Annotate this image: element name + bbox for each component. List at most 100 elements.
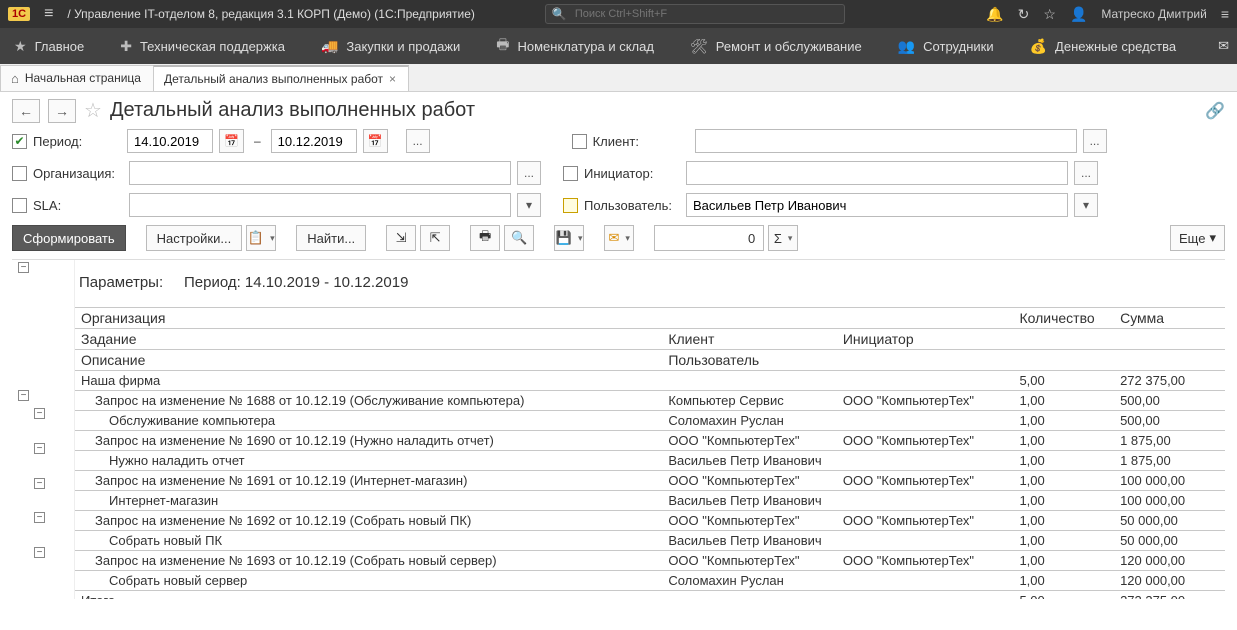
section-stock[interactable]: 🖶 Номенклатура и склад [490,28,660,64]
table-row[interactable]: Собрать новый ПКВасильев Петр Иванович1,… [75,531,1225,551]
checkbox-sla[interactable] [12,198,27,213]
save-button[interactable]: 💾▾ [554,225,584,251]
search-icon: 🔍 [552,7,567,21]
tree-toggle[interactable]: − [34,408,45,419]
user-dropdown-icon[interactable]: ▾ [1074,193,1098,217]
initiator-input[interactable] [686,161,1068,185]
close-icon[interactable]: × [389,72,396,86]
section-main[interactable]: ★ Главное [8,28,90,64]
table-row[interactable]: Наша фирма5,00272 375,00 [75,371,1225,391]
checkbox-org[interactable] [12,166,27,181]
nav-forward-button[interactable]: → [48,99,76,123]
header-descr: Описание [75,350,662,371]
bell-icon[interactable]: 🔔 [986,6,1003,23]
save-icon: 💾 [556,230,572,246]
calendar-from-icon[interactable]: 📅 [219,129,244,153]
table-row[interactable]: Запрос на изменение № 1688 от 10.12.19 (… [75,391,1225,411]
checkbox-client[interactable] [572,134,587,149]
generate-button[interactable]: Сформировать [12,225,126,251]
cell-initiator [837,531,1014,551]
period-choose-button[interactable]: ... [406,129,430,153]
cell-text: Запрос на изменение № 1690 от 10.12.19 (… [75,431,662,451]
total-row: Итого 5,00 272 375,00 [75,591,1225,600]
tab-home[interactable]: ⌂ Начальная страница [0,65,154,91]
client-choose-button[interactable]: ... [1083,129,1107,153]
checkbox-period[interactable]: ✔ [12,134,27,149]
calendar-to-icon[interactable]: 📅 [363,129,388,153]
table-row[interactable]: Запрос на изменение № 1693 от 10.12.19 (… [75,551,1225,571]
expand-all-icon: ⇲ [396,230,407,246]
send-mail-button[interactable]: ✉▾ [604,225,634,251]
global-search-input[interactable] [573,7,838,21]
sla-dropdown-icon[interactable]: ▾ [517,193,541,217]
org-input[interactable] [129,161,511,185]
cell-qty: 1,00 [1013,531,1114,551]
cell-text: Запрос на изменение № 1692 от 10.12.19 (… [75,511,662,531]
filter-row-2: Организация: ... Инициатор: ... [12,161,1225,185]
table-row[interactable]: Запрос на изменение № 1690 от 10.12.19 (… [75,431,1225,451]
initiator-choose-button[interactable]: ... [1074,161,1098,185]
star-icon[interactable]: ☆ [1043,6,1056,23]
checkbox-user[interactable] [563,198,578,213]
sla-input[interactable] [129,193,511,217]
tree-toggle[interactable]: − [18,262,29,273]
filter-row-3: SLA: ▾ Пользователь: ▾ [12,193,1225,217]
favorite-star-icon[interactable]: ☆ [84,98,102,123]
collapse-all-button[interactable]: ⇱ [420,225,450,251]
menu-burger-icon[interactable]: ≡ [40,5,57,23]
mail-icon[interactable]: ✉ [1218,38,1229,54]
tab-report[interactable]: Детальный анализ выполненных работ × [153,65,409,91]
section-purchase-label: Закупки и продажи [346,39,460,54]
table-row[interactable]: Собрать новый серверСоломахин Руслан1,00… [75,571,1225,591]
cell-client [662,371,837,391]
settings-button[interactable]: Настройки... [146,225,243,251]
table-row[interactable]: Запрос на изменение № 1691 от 10.12.19 (… [75,471,1225,491]
header-row: ← → ☆ Детальный анализ выполненных работ… [12,98,1225,123]
cell-initiator [837,491,1014,511]
global-search[interactable]: 🔍 [545,4,845,24]
variant-button[interactable]: 📋▾ [246,225,276,251]
numeric-sum-field[interactable]: 0 [654,225,764,251]
tree-toggle[interactable]: − [18,390,29,401]
tree-toggle[interactable]: − [34,547,45,558]
user-input[interactable] [686,193,1068,217]
cell-sum: 272 375,00 [1114,371,1225,391]
report-params: Параметры: Период: 14.10.2019 - 10.12.20… [75,260,1225,307]
find-button[interactable]: Найти... [296,225,366,251]
date-to-input[interactable] [271,129,357,153]
link-icon[interactable]: 🔗 [1205,101,1225,121]
table-row[interactable]: Запрос на изменение № 1692 от 10.12.19 (… [75,511,1225,531]
report-body[interactable]: Параметры: Период: 14.10.2019 - 10.12.20… [75,260,1225,599]
tree-toggle[interactable]: − [34,512,45,523]
section-money[interactable]: 💰 Денежные средства [1024,28,1183,64]
expand-all-button[interactable]: ⇲ [386,225,416,251]
cell-client: Васильев Петр Иванович [662,451,837,471]
tree-toggle[interactable]: − [34,478,45,489]
org-choose-button[interactable]: ... [517,161,541,185]
sum-button[interactable]: Σ▾ [768,225,798,251]
cell-qty: 1,00 [1013,491,1114,511]
section-repair[interactable]: 🛠 Ремонт и обслуживание [684,28,868,64]
client-input[interactable] [695,129,1077,153]
header-row-1: Организация Количество Сумма [75,308,1225,329]
cell-initiator [837,451,1014,471]
more-button[interactable]: Еще ▾ [1170,225,1225,251]
more-menu-icon[interactable]: ≡ [1221,6,1229,22]
print-button[interactable]: 🖶 [470,225,500,251]
section-support[interactable]: ✚ Техническая поддержка [114,28,291,64]
preview-button[interactable]: 🔍 [504,225,534,251]
nav-back-button[interactable]: ← [12,99,40,123]
date-from-input[interactable] [127,129,213,153]
table-row[interactable]: Интернет-магазинВасильев Петр Иванович1,… [75,491,1225,511]
cell-sum: 50 000,00 [1114,531,1225,551]
history-icon[interactable]: ↻ [1018,6,1030,23]
collapse-all-icon: ⇱ [430,230,441,246]
section-staff[interactable]: 👥 Сотрудники [892,28,1000,64]
table-row[interactable]: Обслуживание компьютераСоломахин Руслан1… [75,411,1225,431]
cell-client: ООО "КомпьютерТех" [662,551,837,571]
tree-toggle[interactable]: − [34,443,45,454]
table-row[interactable]: Нужно наладить отчетВасильев Петр Иванов… [75,451,1225,471]
section-purchase[interactable]: 🚚 Закупки и продажи [315,28,466,64]
checkbox-initiator[interactable] [563,166,578,181]
user-icon[interactable]: 👤 [1070,6,1087,23]
